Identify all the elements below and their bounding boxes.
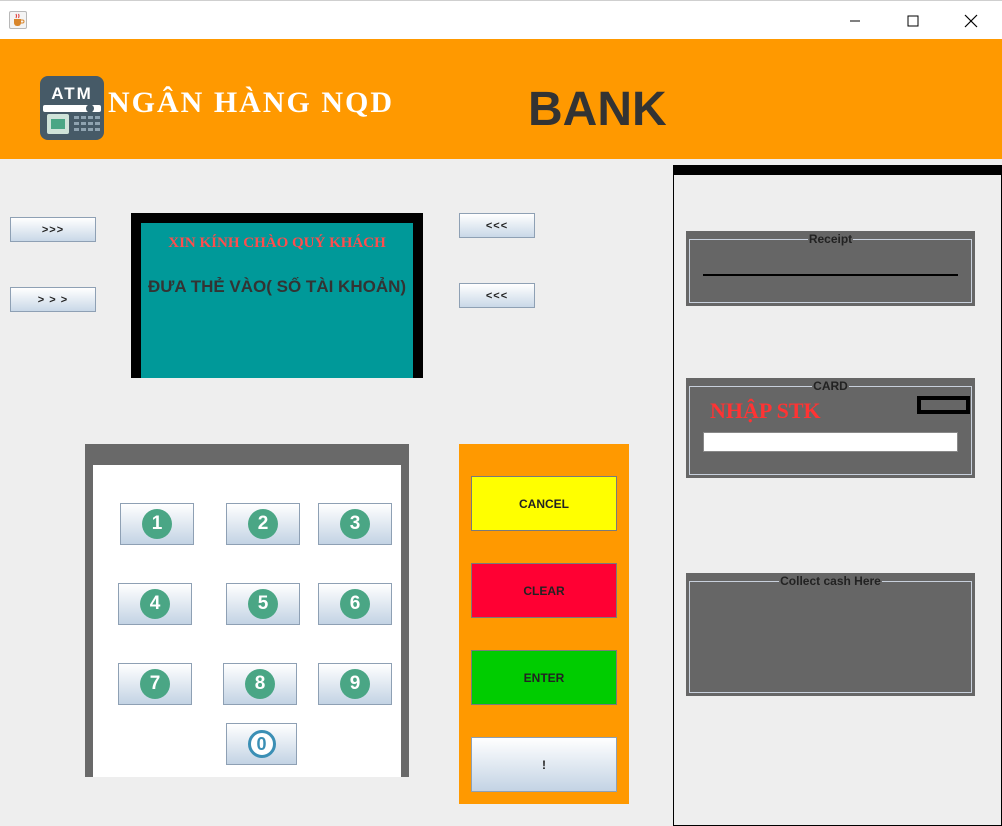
- right-bottom-side-button[interactable]: <<<: [459, 283, 535, 308]
- digit-label: 5: [248, 589, 278, 619]
- java-cup-icon: [9, 11, 27, 29]
- key-0[interactable]: 0: [226, 723, 297, 765]
- insert-card-prompt: ĐƯA THẺ VÀO( SỐ TÀI KHOẢN): [147, 277, 407, 296]
- window-title-bar: [0, 0, 1002, 39]
- digit-label: 0: [247, 730, 276, 758]
- digit-label: 7: [140, 669, 170, 699]
- receipt-panel: Receipt: [686, 231, 975, 306]
- left-top-side-button[interactable]: >>>: [10, 217, 96, 242]
- minimize-icon: [850, 20, 860, 22]
- maximize-icon: [907, 15, 919, 27]
- cash-title-wrap: Collect cash Here: [686, 574, 975, 588]
- card-number-label: NHẬP STK: [710, 398, 821, 423]
- bank-name: NGÂN HÀNG NQD: [108, 86, 394, 119]
- receipt-title-wrap: Receipt: [686, 232, 975, 246]
- maximize-button[interactable]: [890, 7, 936, 35]
- receipt-frame: [689, 239, 972, 303]
- card-panel: CARD NHẬP STK: [686, 378, 975, 478]
- right-top-side-button[interactable]: <<<: [459, 213, 535, 238]
- digit-label: 8: [245, 669, 275, 699]
- digit-label: 6: [340, 589, 370, 619]
- key-1[interactable]: 1: [120, 503, 194, 545]
- card-title-wrap: CARD: [686, 379, 975, 393]
- atm-screen: XIN KÍNH CHÀO QUÝ KHÁCH ĐƯA THẺ VÀO( SỐ …: [131, 213, 423, 378]
- digit-label: 1: [142, 509, 172, 539]
- cancel-button[interactable]: CANCEL: [471, 476, 617, 531]
- receipt-slot: [703, 274, 958, 276]
- close-button[interactable]: [948, 7, 994, 35]
- key-3[interactable]: 3: [318, 503, 392, 545]
- digit-label: 2: [248, 509, 278, 539]
- key-6[interactable]: 6: [318, 583, 392, 625]
- atm-logo-icon: ATM: [40, 76, 104, 140]
- cash-title: Collect cash Here: [779, 574, 882, 588]
- cash-frame: [689, 581, 972, 693]
- digit-label: 9: [340, 669, 370, 699]
- key-7[interactable]: 7: [118, 663, 192, 705]
- card-slot: [917, 396, 970, 414]
- enter-button[interactable]: ENTER: [471, 650, 617, 705]
- logo-text: ATM: [51, 84, 93, 103]
- welcome-message: XIN KÍNH CHÀO QUÝ KHÁCH: [168, 235, 386, 251]
- key-4[interactable]: 4: [118, 583, 192, 625]
- bank-word: BANK: [528, 83, 667, 136]
- minimize-button[interactable]: [832, 7, 878, 35]
- card-title: CARD: [812, 379, 849, 393]
- digit-label: 4: [140, 589, 170, 619]
- close-icon: [964, 14, 978, 28]
- key-5[interactable]: 5: [226, 583, 300, 625]
- clear-button[interactable]: CLEAR: [471, 563, 617, 618]
- action-panel: CANCEL CLEAR ENTER !: [459, 444, 629, 804]
- receipt-title: Receipt: [807, 232, 854, 246]
- key-8[interactable]: 8: [223, 663, 297, 705]
- digit-label: 3: [340, 509, 370, 539]
- key-9[interactable]: 9: [318, 663, 392, 705]
- account-number-input[interactable]: [703, 432, 958, 452]
- cash-panel: Collect cash Here: [686, 573, 975, 696]
- key-2[interactable]: 2: [226, 503, 300, 545]
- info-button[interactable]: !: [471, 737, 617, 792]
- left-bottom-side-button[interactable]: > > >: [10, 287, 96, 312]
